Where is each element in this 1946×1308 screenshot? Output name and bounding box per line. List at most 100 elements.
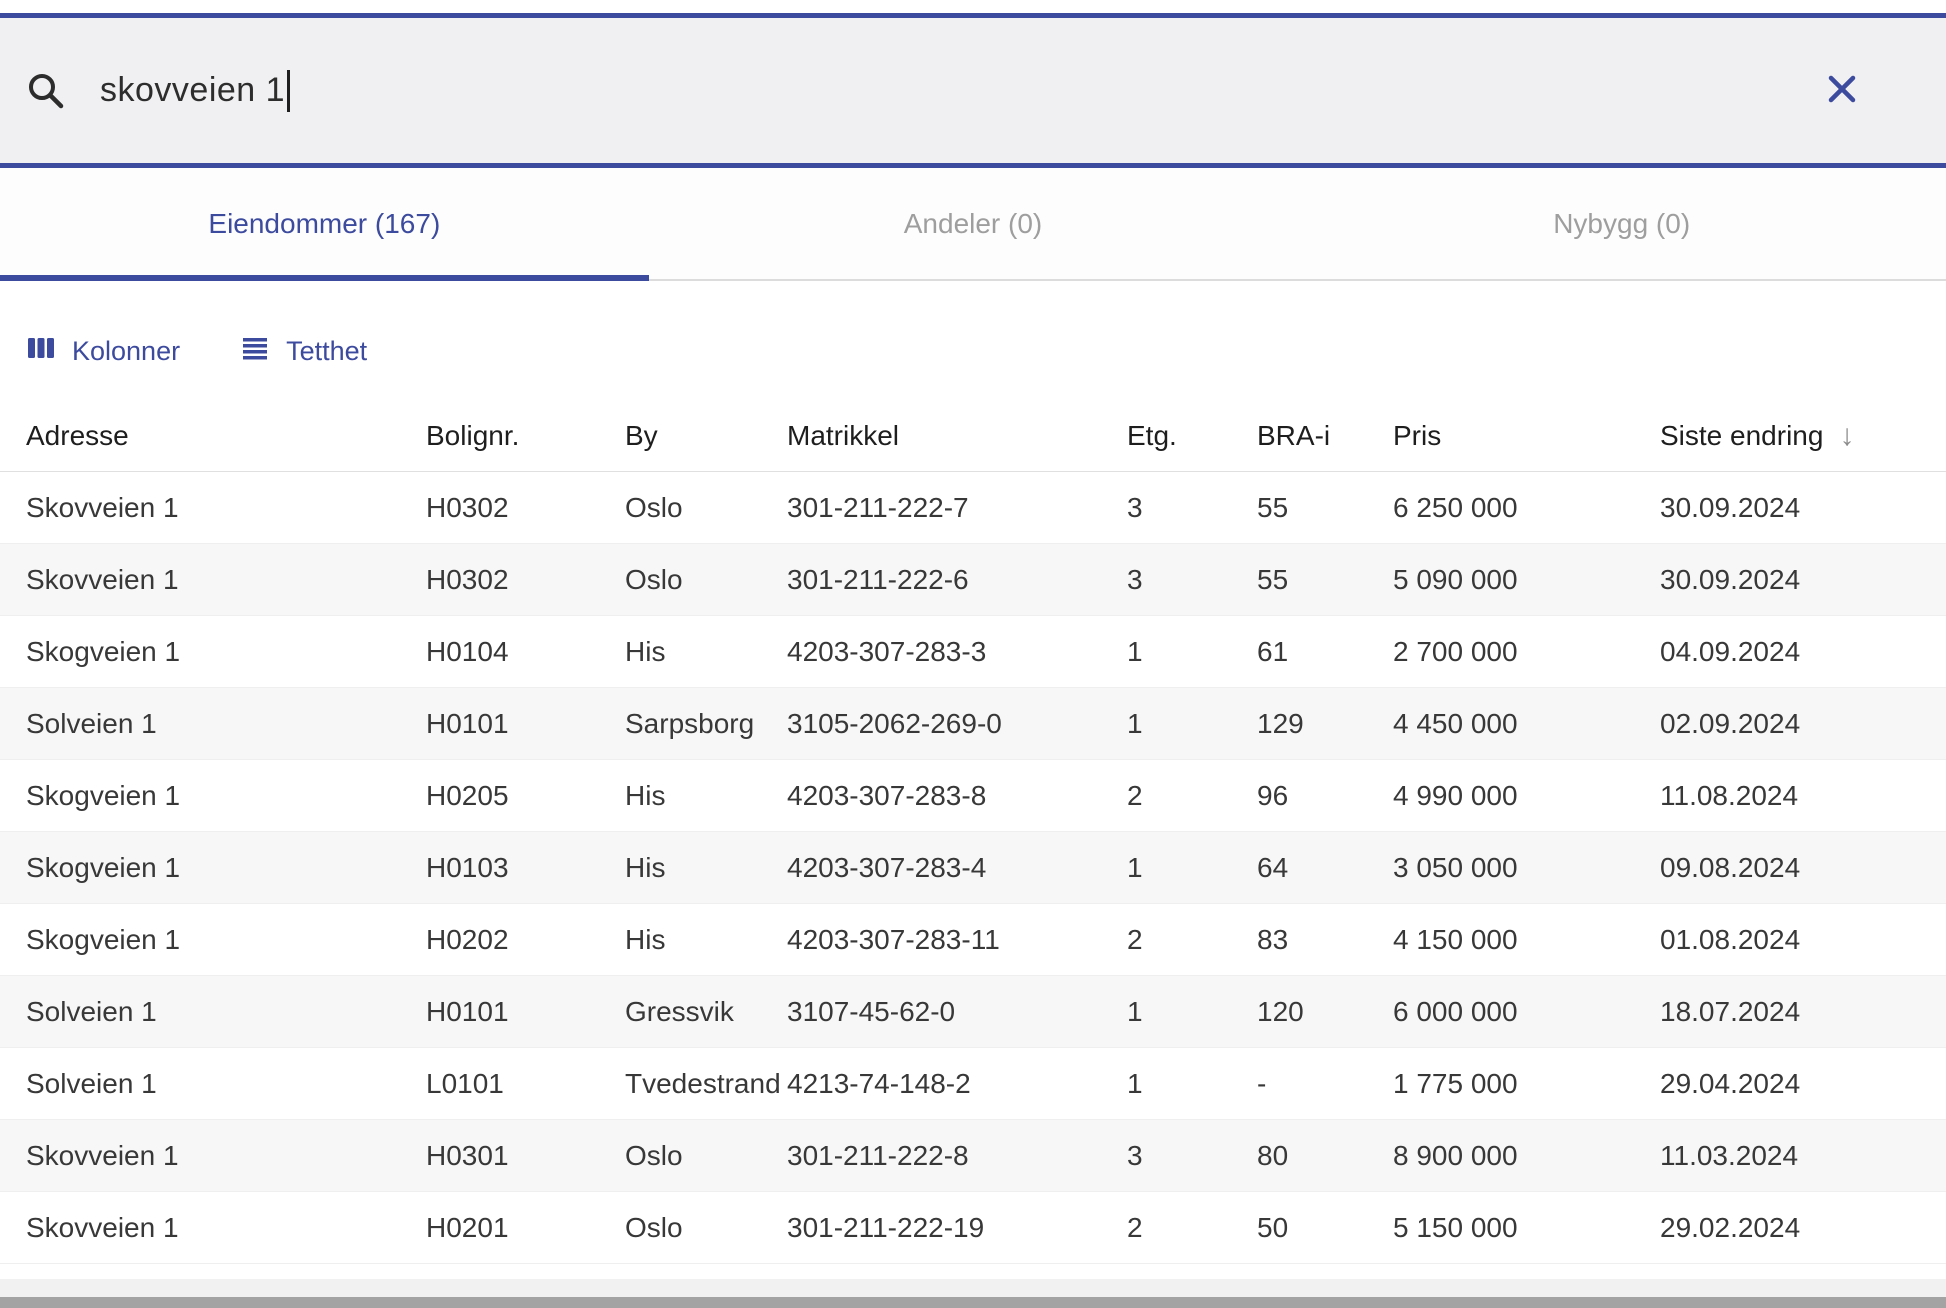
table-row[interactable]: Solveien 1L0101Tvedestrand4213-74-148-21… — [0, 1048, 1946, 1120]
table-row[interactable]: Skovveien 1H0302Oslo301-211-222-63555 09… — [0, 544, 1946, 616]
tab-andeler[interactable]: Andeler (0) — [649, 168, 1298, 279]
column-header-label: Adresse — [26, 420, 129, 452]
density-button-label: Tetthet — [286, 336, 367, 367]
window-bottom-strip — [0, 1279, 1946, 1297]
cell-etg: 1 — [1127, 1068, 1257, 1100]
table-row[interactable]: Skogveien 1H0205His4203-307-283-82964 99… — [0, 760, 1946, 832]
results-table: Adresse Bolignr. By Matrikkel Etg.BRA-i Pris S… — [0, 400, 1946, 1264]
cell-siste-endring: 18.07.2024 — [1660, 996, 1946, 1028]
table-row[interactable]: Skovveien 1H0201Oslo301-211-222-192505 1… — [0, 1192, 1946, 1264]
cell-siste-endring: 30.09.2024 — [1660, 564, 1946, 596]
cell-bolignr: H0302 — [426, 492, 625, 524]
cell-adresse: Skogveien 1 — [26, 852, 426, 884]
cell-adresse: Solveien 1 — [26, 996, 426, 1028]
window-bottom-edge — [0, 1297, 1946, 1308]
column-header-label: Bolignr. — [426, 420, 519, 452]
cell-bolignr: H0202 — [426, 924, 625, 956]
table-row[interactable]: Skogveien 1H0202His4203-307-283-112834 1… — [0, 904, 1946, 976]
table-row[interactable]: Skogveien 1H0103His4203-307-283-41643 05… — [0, 832, 1946, 904]
cell-by: Sarpsborg — [625, 708, 787, 740]
cell-bolignr: H0301 — [426, 1140, 625, 1172]
cell-adresse: Skovveien 1 — [26, 1140, 426, 1172]
cell-adresse: Solveien 1 — [26, 1068, 426, 1100]
table-row[interactable]: Skogveien 1H0104His4203-307-283-31612 70… — [0, 616, 1946, 688]
table-row[interactable]: Skovveien 1H0301Oslo301-211-222-83808 90… — [0, 1120, 1946, 1192]
column-header-label: Matrikkel — [787, 420, 899, 452]
cell-adresse: Skovveien 1 — [26, 564, 426, 596]
search-input[interactable]: skovveien 1 — [100, 70, 290, 112]
cell-pris: 5 150 000 — [1393, 1212, 1660, 1244]
cell-matrikkel: 301-211-222-6 — [787, 564, 1127, 596]
cell-siste-endring: 09.08.2024 — [1660, 852, 1946, 884]
density-button[interactable]: Tetthet — [240, 333, 367, 370]
cell-by: Gressvik — [625, 996, 787, 1028]
search-bar: skovveien 1 — [0, 18, 1946, 168]
cell-pris: 4 990 000 — [1393, 780, 1660, 812]
column-header-by[interactable]: By — [625, 420, 787, 452]
column-header-bolignr[interactable]: Bolignr. — [426, 420, 625, 452]
table-row[interactable]: Solveien 1H0101Sarpsborg3105-2062-269-01… — [0, 688, 1946, 760]
cell-adresse: Skovveien 1 — [26, 1212, 426, 1244]
window-top-strip — [0, 0, 1946, 13]
cell-matrikkel: 4203-307-283-11 — [787, 924, 1127, 956]
cell-etg: 1 — [1127, 708, 1257, 740]
table-row[interactable]: Solveien 1H0101Gressvik3107-45-62-011206… — [0, 976, 1946, 1048]
table-row[interactable]: Skovveien 1H0302Oslo301-211-222-73556 25… — [0, 472, 1946, 544]
cell-matrikkel: 301-211-222-7 — [787, 492, 1127, 524]
cell-bolignr: L0101 — [426, 1068, 625, 1100]
cell-matrikkel: 4203-307-283-3 — [787, 636, 1127, 668]
cell-siste-endring: 30.09.2024 — [1660, 492, 1946, 524]
tab-eiendommer-label: Eiendommer (167) — [208, 208, 440, 240]
cell-adresse: Skogveien 1 — [26, 924, 426, 956]
tab-nybygg[interactable]: Nybygg (0) — [1297, 168, 1946, 279]
clear-search-button[interactable] — [1816, 63, 1868, 118]
table-body: Skovveien 1H0302Oslo301-211-222-73556 25… — [0, 472, 1946, 1264]
column-header-siste-endring[interactable]: Siste endring↓ — [1660, 420, 1946, 452]
cell-siste-endring: 29.04.2024 — [1660, 1068, 1946, 1100]
column-header-bra-i[interactable]: BRA-i — [1257, 420, 1393, 452]
cell-siste-endring: 29.02.2024 — [1660, 1212, 1946, 1244]
text-cursor — [287, 70, 290, 112]
cell-adresse: Skogveien 1 — [26, 636, 426, 668]
cell-etg: 3 — [1127, 564, 1257, 596]
column-header-pris[interactable]: Pris — [1393, 420, 1660, 452]
cell-pris: 8 900 000 — [1393, 1140, 1660, 1172]
column-header-label: Pris — [1393, 420, 1441, 452]
columns-button-label: Kolonner — [72, 336, 180, 367]
cell-bra-i: 61 — [1257, 636, 1393, 668]
column-header-label: Siste endring — [1660, 420, 1823, 452]
cell-etg: 2 — [1127, 780, 1257, 812]
cell-etg: 3 — [1127, 492, 1257, 524]
cell-bra-i: 129 — [1257, 708, 1393, 740]
cell-bra-i: 83 — [1257, 924, 1393, 956]
cell-siste-endring: 11.03.2024 — [1660, 1140, 1946, 1172]
cell-adresse: Skogveien 1 — [26, 780, 426, 812]
tab-eiendommer[interactable]: Eiendommer (167) — [0, 168, 649, 279]
cell-by: Oslo — [625, 564, 787, 596]
cell-by: His — [625, 852, 787, 884]
cell-bolignr: H0101 — [426, 996, 625, 1028]
tab-nybygg-label: Nybygg (0) — [1553, 208, 1690, 240]
column-header-etg[interactable]: Etg. — [1127, 420, 1257, 452]
column-header-label: BRA-i — [1257, 420, 1330, 452]
cell-bra-i: 80 — [1257, 1140, 1393, 1172]
cell-bolignr: H0205 — [426, 780, 625, 812]
column-header-adresse[interactable]: Adresse — [26, 420, 426, 452]
cell-bra-i: 50 — [1257, 1212, 1393, 1244]
cell-by: His — [625, 636, 787, 668]
cell-bolignr: H0101 — [426, 708, 625, 740]
cell-by: His — [625, 924, 787, 956]
cell-by: His — [625, 780, 787, 812]
cell-by: Oslo — [625, 492, 787, 524]
column-header-matrikkel[interactable]: Matrikkel — [787, 420, 1127, 452]
cell-bolignr: H0201 — [426, 1212, 625, 1244]
cell-matrikkel: 3105-2062-269-0 — [787, 708, 1127, 740]
cell-bra-i: 96 — [1257, 780, 1393, 812]
close-icon — [1824, 71, 1860, 110]
cell-siste-endring: 02.09.2024 — [1660, 708, 1946, 740]
columns-button[interactable]: Kolonner — [26, 333, 180, 370]
column-header-label: By — [625, 420, 658, 452]
table-header: Adresse Bolignr. By Matrikkel Etg.BRA-i Pris S… — [0, 400, 1946, 472]
cell-etg: 1 — [1127, 636, 1257, 668]
cell-by: Tvedestrand — [625, 1068, 787, 1100]
